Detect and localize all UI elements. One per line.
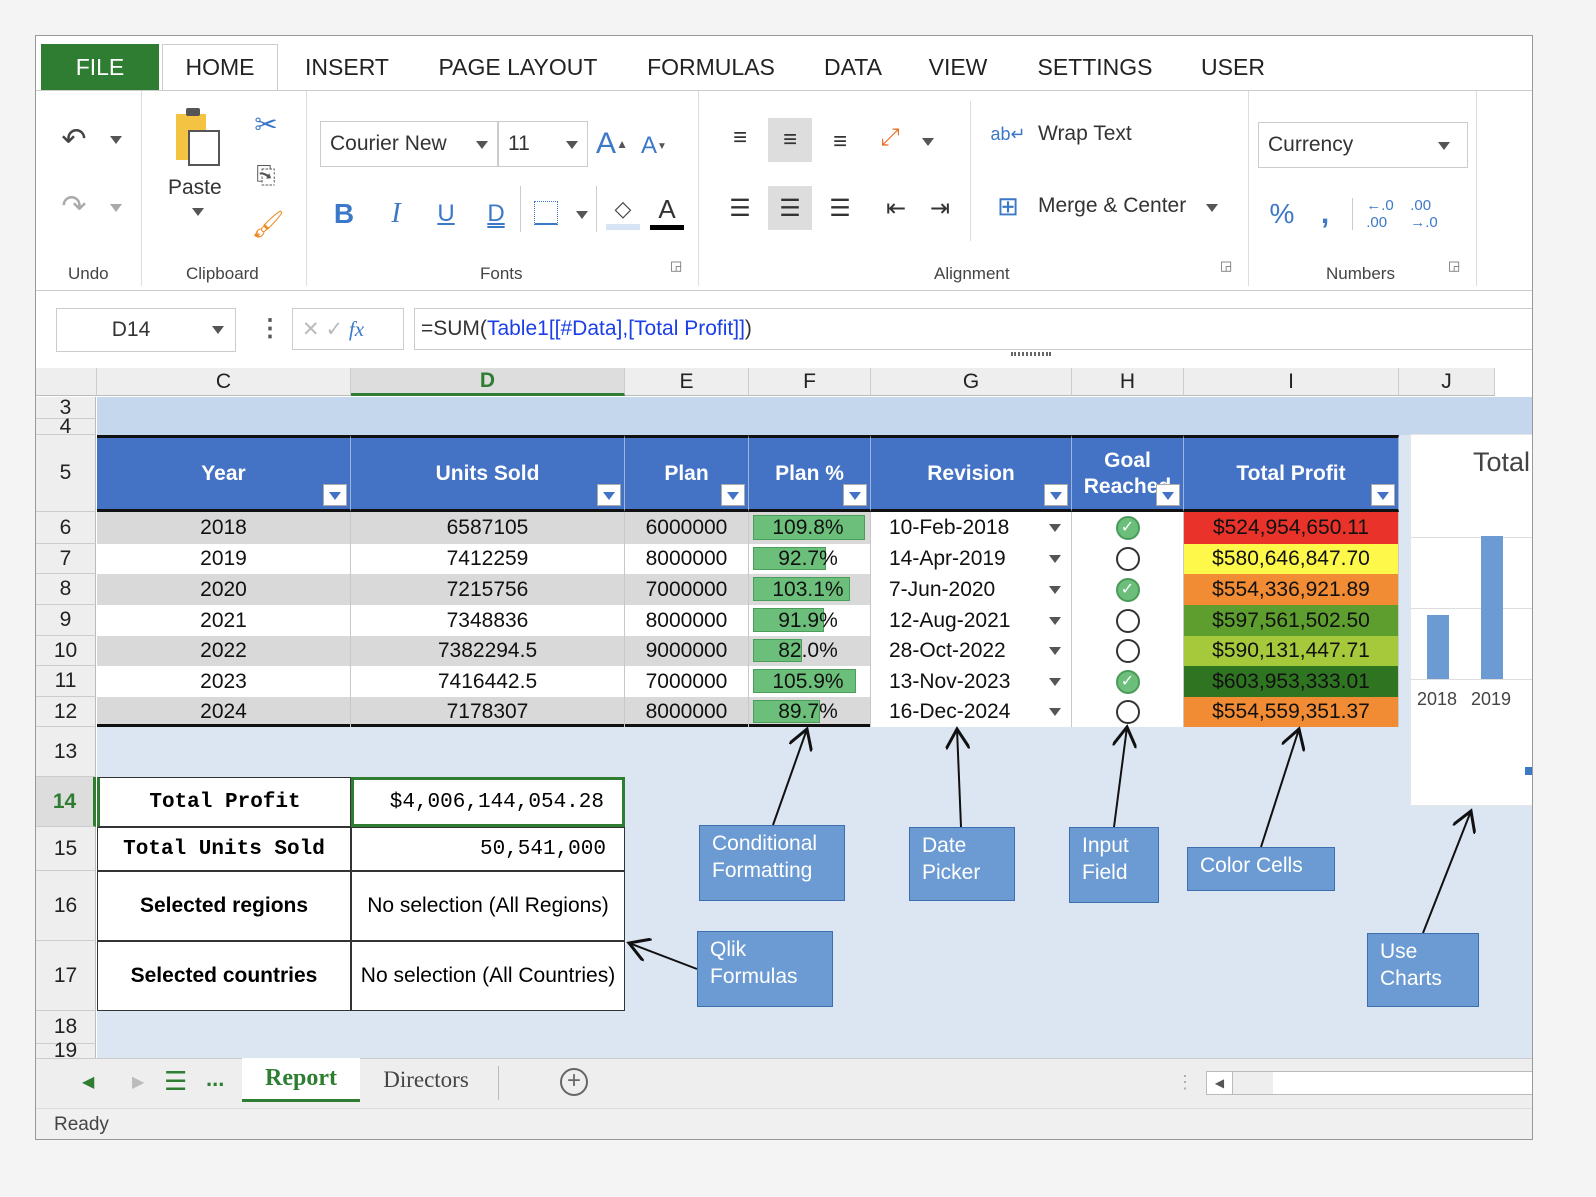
annotation-date: Date Picker: [909, 827, 1015, 901]
chart-gridline: [1411, 608, 1532, 609]
prev-sheet-icon[interactable]: ◀: [82, 1072, 94, 1092]
more-sheets-button[interactable]: ...: [206, 1066, 224, 1092]
sheet-tab-directors[interactable]: Directors: [366, 1058, 486, 1102]
add-sheet-icon[interactable]: +: [560, 1068, 588, 1096]
scrollbar-track[interactable]: [1233, 1072, 1273, 1094]
chart-legend-marker: [1525, 767, 1532, 775]
sheet-tab-report[interactable]: Report: [242, 1058, 360, 1102]
chart-x-tick: 2018: [1417, 689, 1458, 709]
chart-gridline: [1411, 679, 1532, 680]
annotation-arrow: [629, 943, 698, 970]
sheet-list-icon[interactable]: ☰: [164, 1066, 187, 1097]
annotation-cond: Conditional Formatting: [699, 825, 845, 901]
status-bar: [36, 1108, 1532, 1139]
annotation-color: Color Cells: [1187, 847, 1335, 891]
annotation-arrow: [957, 729, 961, 828]
annotation-charts: Use Charts: [1367, 933, 1479, 1007]
chart-bar-2019[interactable]: [1481, 536, 1503, 679]
annotation-arrow: [1422, 811, 1471, 934]
chart-bar-2018[interactable]: [1427, 615, 1449, 679]
annotation-arrow: [1114, 727, 1127, 828]
chart-gridline: [1411, 537, 1532, 538]
annotation-qlik: Qlik Formulas: [697, 931, 833, 1007]
chart-x-tick: 2019: [1471, 689, 1512, 709]
divider: [498, 1066, 499, 1100]
status-text: Ready: [54, 1114, 109, 1135]
annotation-arrow: [772, 729, 807, 826]
annotation-input: Input Field: [1069, 827, 1159, 903]
splitter-handle[interactable]: ⋮: [1176, 1072, 1194, 1093]
next-sheet-icon[interactable]: ▶: [132, 1072, 144, 1092]
spreadsheet-window: FILE HOME INSERT PAGE LAYOUT FORMULAS DATA VIE…: [35, 35, 1533, 1140]
annotation-arrow: [1260, 729, 1299, 848]
horizontal-scrollbar[interactable]: ◀: [1206, 1071, 1532, 1095]
scroll-left-icon[interactable]: ◀: [1207, 1072, 1233, 1094]
chart[interactable]: Total 2018 2019: [1410, 434, 1532, 806]
